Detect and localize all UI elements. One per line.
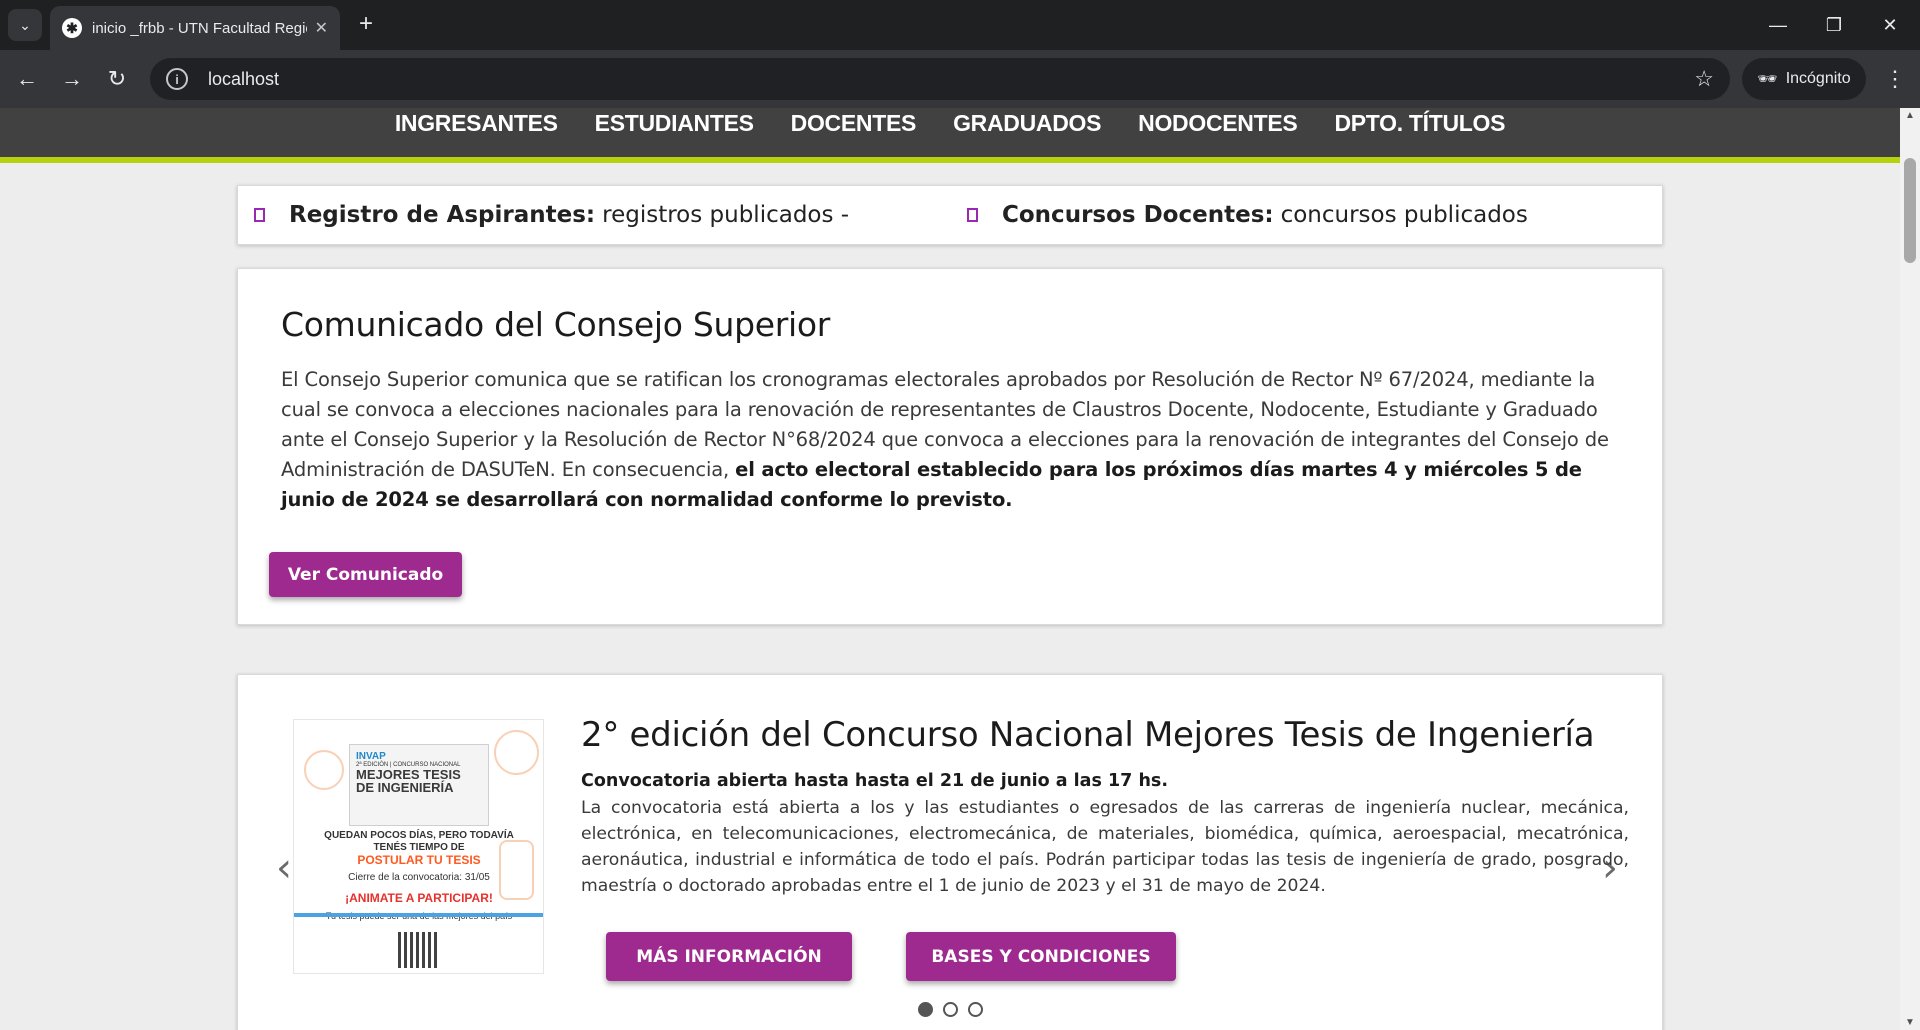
slide-body: La convocatoria está abierta a los y las…: [581, 798, 1629, 896]
slide-subtitle: Convocatoria abierta hasta hasta el 21 d…: [581, 771, 1168, 791]
slider-dot[interactable]: [918, 1002, 933, 1017]
ticker-item-aspirantes[interactable]: Registro de Aspirantes: registros public…: [254, 202, 849, 228]
slider-dot[interactable]: [943, 1002, 958, 1017]
nav-estudiantes[interactable]: ESTUDIANTES: [595, 110, 754, 157]
site-main-nav: INGRESANTES ESTUDIANTES DOCENTES GRADUAD…: [0, 108, 1900, 163]
ver-comunicado-button[interactable]: Ver Comunicado: [269, 552, 462, 597]
qr-code-icon: [398, 932, 438, 968]
slide-image-poster: INVAP 2ª EDICIÓN | CONCURSO NACIONAL MEJ…: [349, 744, 489, 826]
comunicado-body: El Consejo Superior comunica que se rati…: [281, 365, 1619, 515]
site-favicon-icon: ✱: [62, 18, 82, 38]
ticker-item-concursos[interactable]: Concursos Docentes: concursos publicados: [967, 202, 1528, 228]
browser-tab-bar: ⌄ ✱ inicio _frbb - UTN Facultad Regional…: [0, 0, 1920, 50]
announcements-ticker: Registro de Aspirantes: registros public…: [237, 185, 1663, 245]
poster-text: QUEDAN POCOS DÍAS, PERO TODAVÍA TENÉS TI…: [314, 830, 524, 922]
page-viewport: INGRESANTES ESTUDIANTES DOCENTES GRADUAD…: [0, 108, 1920, 1030]
comunicado-title: Comunicado del Consejo Superior: [281, 305, 831, 344]
back-button[interactable]: ←: [10, 62, 44, 96]
bases-condiciones-button[interactable]: Bases y condiciones: [906, 932, 1176, 981]
slider-dots: [918, 1002, 983, 1017]
poster-brand: INVAP: [356, 751, 386, 762]
bullet-square-icon: [967, 208, 978, 222]
page-scrollbar[interactable]: ▲ ▼: [1900, 108, 1920, 1030]
browser-tab[interactable]: ✱ inicio _frbb - UTN Facultad Regional B…: [50, 6, 340, 50]
new-tab-button[interactable]: +: [352, 10, 380, 38]
tab-close-icon[interactable]: ✕: [315, 18, 328, 38]
url-text: localhost: [208, 68, 280, 89]
slide-image[interactable]: INVAP 2ª EDICIÓN | CONCURSO NACIONAL MEJ…: [293, 719, 544, 974]
poster-line3: Cierre de la convocatoria: 31/05: [348, 872, 490, 883]
slider-dot[interactable]: [968, 1002, 983, 1017]
bookmark-star-icon[interactable]: ☆: [1694, 66, 1714, 92]
nav-dpto-titulos[interactable]: DPTO. TÍTULOS: [1334, 110, 1505, 157]
ticker-item-label: Registro de Aspirantes:: [289, 202, 596, 228]
decorative-doodle: [304, 750, 344, 790]
poster-line1: QUEDAN POCOS DÍAS, PERO TODAVÍA TENÉS TI…: [324, 830, 514, 853]
minimize-button[interactable]: —: [1750, 8, 1806, 42]
close-window-button[interactable]: ✕: [1862, 8, 1918, 42]
forward-button[interactable]: →: [55, 62, 89, 96]
slide-title: 2° edición del Concurso Nacional Mejores…: [581, 715, 1595, 755]
decorative-doodle: [494, 730, 539, 775]
scrollbar-thumb[interactable]: [1904, 158, 1916, 263]
browser-menu-icon[interactable]: ⋮: [1878, 62, 1912, 96]
scroll-up-arrow-icon[interactable]: ▲: [1900, 110, 1920, 121]
poster-stripe: [294, 913, 543, 917]
poster-line4: ¡ANIMATE A PARTICIPAR!: [345, 891, 493, 905]
poster-heading: MEJORES TESIS DE INGENIERÍA: [356, 767, 461, 795]
bullet-square-icon: [254, 208, 265, 222]
incognito-icon: 🕶: [1757, 71, 1778, 88]
nav-graduados[interactable]: GRADUADOS: [953, 110, 1101, 157]
ticker-item-text: registros publicados -: [602, 202, 850, 228]
mas-informacion-button[interactable]: Más información: [606, 932, 852, 981]
nav-docentes[interactable]: DOCENTES: [791, 110, 917, 157]
nav-nodocentes[interactable]: NODOCENTES: [1138, 110, 1298, 157]
tab-title: inicio _frbb - UTN Facultad Regional Bah…: [92, 19, 307, 37]
nav-ingresantes[interactable]: INGRESANTES: [395, 110, 558, 157]
ticker-item-label: Concursos Docentes:: [1002, 202, 1274, 228]
incognito-indicator[interactable]: 🕶 Incógnito: [1742, 58, 1866, 100]
address-bar[interactable]: i localhost ☆: [150, 58, 1730, 100]
poster-line2: POSTULAR TU TESIS: [357, 853, 481, 867]
browser-toolbar: ← → ↻ i localhost ☆ 🕶 Incógnito ⋮: [0, 50, 1920, 108]
news-slider: ‹ › INVAP 2ª EDICIÓN | CONCURSO NACIONAL…: [237, 674, 1663, 1030]
slider-prev-arrow-icon[interactable]: ‹: [276, 845, 292, 891]
comunicado-card: Comunicado del Consejo Superior El Conse…: [237, 268, 1663, 625]
scroll-down-arrow-icon[interactable]: ▼: [1900, 1017, 1920, 1028]
site-info-icon[interactable]: i: [166, 68, 188, 90]
restore-button[interactable]: ❐: [1806, 8, 1862, 42]
ticker-item-text: concursos publicados: [1280, 202, 1528, 228]
reload-button[interactable]: ↻: [100, 62, 134, 96]
incognito-label: Incógnito: [1785, 70, 1851, 87]
tab-search-button[interactable]: ⌄: [8, 9, 42, 41]
